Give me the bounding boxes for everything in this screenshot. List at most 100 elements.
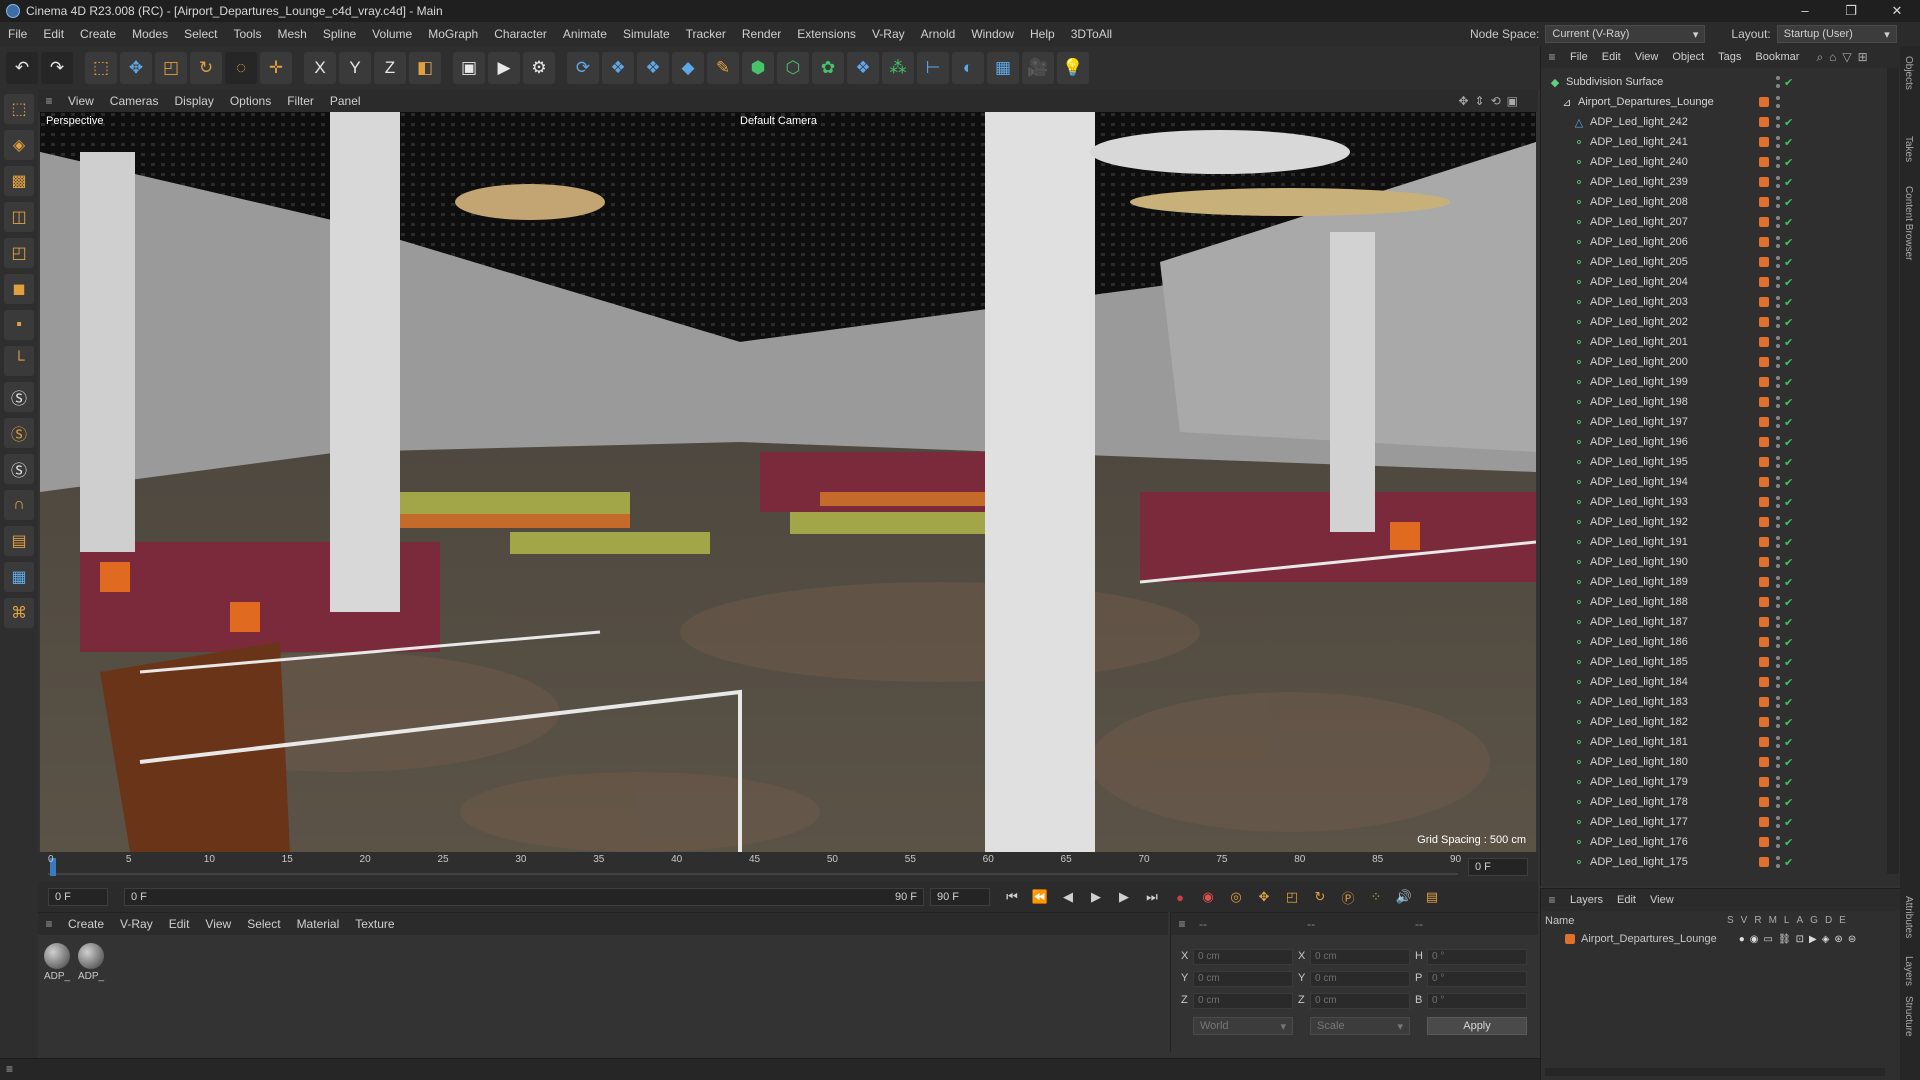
visibility-dots-icon[interactable] <box>1776 456 1780 468</box>
material-menu-create[interactable]: Create <box>60 917 112 931</box>
visibility-dots-icon[interactable] <box>1776 536 1780 548</box>
menu-modes[interactable]: Modes <box>124 22 176 46</box>
hamburger-icon[interactable]: ≡ <box>6 1062 13 1076</box>
visibility-dots-icon[interactable] <box>1776 336 1780 348</box>
visibility-dots-icon[interactable] <box>1776 176 1780 188</box>
points-mode-icon[interactable]: ◫ <box>4 202 34 232</box>
visibility-dots-icon[interactable] <box>1776 636 1780 648</box>
visibility-dots-icon[interactable] <box>1776 296 1780 308</box>
z-axis-icon[interactable]: Z <box>374 52 406 84</box>
hamburger-icon[interactable]: ≡ <box>1541 893 1563 907</box>
material-menu-vray[interactable]: V-Ray <box>112 917 161 931</box>
go-to-start-icon[interactable]: ⏮ <box>1000 886 1024 908</box>
visibility-dots-icon[interactable] <box>1776 276 1780 288</box>
material-swatch[interactable]: ADP_ <box>76 943 106 982</box>
object-tree-row[interactable]: ⚬ ADP_Led_light_194 ✔ <box>1541 472 1881 492</box>
lock-workplane-icon[interactable]: ⌘ <box>4 598 34 628</box>
visibility-dots-icon[interactable] <box>1776 656 1780 668</box>
python-icon[interactable]: ❖ <box>602 52 634 84</box>
hamburger-icon[interactable]: ≡ <box>1171 917 1193 931</box>
menu-arnold[interactable]: Arnold <box>913 22 964 46</box>
menu-help[interactable]: Help <box>1022 22 1063 46</box>
object-tree-row[interactable]: ⚬ ADP_Led_light_196 ✔ <box>1541 432 1881 452</box>
material-menu-edit[interactable]: Edit <box>161 917 198 931</box>
menu-window[interactable]: Window <box>963 22 1022 46</box>
deformer-icon[interactable]: ◐ <box>952 52 984 84</box>
object-tree-row[interactable]: ⚬ ADP_Led_light_186 ✔ <box>1541 632 1881 652</box>
visibility-dots-icon[interactable] <box>1776 516 1780 528</box>
snap-icon[interactable]: ∩ <box>4 490 34 520</box>
enabled-check-icon[interactable]: ✔ <box>1784 576 1793 589</box>
visibility-dots-icon[interactable] <box>1776 356 1780 368</box>
menu-edit[interactable]: Edit <box>35 22 72 46</box>
cloner-icon[interactable]: ✿ <box>812 52 844 84</box>
layer-tag-icon[interactable] <box>1759 677 1769 687</box>
menu-select[interactable]: Select <box>176 22 225 46</box>
enabled-check-icon[interactable]: ✔ <box>1784 76 1793 89</box>
render-settings-icon[interactable]: ⚙ <box>523 52 555 84</box>
layer-tag-icon[interactable] <box>1759 377 1769 387</box>
object-scrollbar[interactable] <box>1887 68 1899 874</box>
undo-icon[interactable]: ↶ <box>6 52 38 84</box>
key-pla-icon[interactable]: ⁘ <box>1364 886 1388 908</box>
object-tree-row[interactable]: ⚬ ADP_Led_light_204 ✔ <box>1541 272 1881 292</box>
node-space-select[interactable]: Current (V-Ray) ▾ <box>1545 25 1706 43</box>
recent-tools-icon[interactable]: ◌ <box>225 52 257 84</box>
layer-tag-icon[interactable] <box>1759 397 1769 407</box>
menu-3dtoall[interactable]: 3DToAll <box>1063 22 1120 46</box>
layer-tag-icon[interactable] <box>1759 797 1769 807</box>
layer-tag-icon[interactable] <box>1759 437 1769 447</box>
visibility-dots-icon[interactable] <box>1776 76 1780 88</box>
layer-tag-icon[interactable] <box>1759 637 1769 647</box>
object-toolbar-icons[interactable]: ⌕⌂▽⊞ <box>1816 50 1873 65</box>
close-button[interactable]: ✕ <box>1874 0 1920 22</box>
object-tree-row[interactable]: ⚬ ADP_Led_light_193 ✔ <box>1541 492 1881 512</box>
object-menu-object[interactable]: Object <box>1665 51 1711 63</box>
move-icon[interactable]: ✥ <box>120 52 152 84</box>
layer-tag-icon[interactable] <box>1759 357 1769 367</box>
visibility-dots-icon[interactable] <box>1776 776 1780 788</box>
hamburger-icon[interactable]: ≡ <box>38 94 60 108</box>
next-frame-icon[interactable]: ▶ <box>1112 886 1136 908</box>
enabled-check-icon[interactable]: ✔ <box>1784 256 1793 269</box>
enabled-check-icon[interactable]: ✔ <box>1784 136 1793 149</box>
visibility-dots-icon[interactable] <box>1776 196 1780 208</box>
layer-tag-icon[interactable] <box>1759 497 1769 507</box>
layer-tag-icon[interactable] <box>1759 197 1769 207</box>
visibility-dots-icon[interactable] <box>1776 556 1780 568</box>
pos-y-field[interactable]: 0 cm <box>1193 971 1293 987</box>
axis-mode-icon[interactable]: └ <box>4 346 34 376</box>
make-editable-icon[interactable]: ⬚ <box>4 94 34 124</box>
enabled-check-icon[interactable]: ✔ <box>1784 816 1793 829</box>
y-axis-icon[interactable]: Y <box>339 52 371 84</box>
object-tree-row[interactable]: ⚬ ADP_Led_light_176 ✔ <box>1541 832 1881 852</box>
layer-tag-icon[interactable] <box>1759 657 1769 667</box>
layer-tag-icon[interactable] <box>1759 297 1769 307</box>
enabled-check-icon[interactable]: ✔ <box>1784 656 1793 669</box>
rotate-icon[interactable]: ↻ <box>190 52 222 84</box>
current-frame-field[interactable]: 0 F <box>48 888 108 906</box>
menu-character[interactable]: Character <box>486 22 555 46</box>
enabled-check-icon[interactable]: ✔ <box>1784 316 1793 329</box>
scale-icon[interactable]: ◰ <box>155 52 187 84</box>
enabled-check-icon[interactable]: ✔ <box>1784 776 1793 789</box>
scale-select[interactable]: Scale ▾ <box>1310 1017 1410 1035</box>
enabled-check-icon[interactable]: ✔ <box>1784 616 1793 629</box>
enabled-check-icon[interactable]: ✔ <box>1784 556 1793 569</box>
key-rotation-icon[interactable]: ↻ <box>1308 886 1332 908</box>
layer-tag-icon[interactable] <box>1759 137 1769 147</box>
size-y-field[interactable]: 0 cm <box>1310 971 1410 987</box>
object-tree-row[interactable]: ⚬ ADP_Led_light_177 ✔ <box>1541 812 1881 832</box>
grid-icon[interactable]: ▦ <box>4 562 34 592</box>
key-position-icon[interactable]: ✥ <box>1252 886 1276 908</box>
enabled-check-icon[interactable]: ✔ <box>1784 116 1793 129</box>
visibility-dots-icon[interactable] <box>1776 716 1780 728</box>
menu-simulate[interactable]: Simulate <box>615 22 678 46</box>
layer-tag-icon[interactable] <box>1759 517 1769 527</box>
layer-tag-icon[interactable] <box>1759 217 1769 227</box>
python-icon[interactable]: ❖ <box>637 52 669 84</box>
tab-attributes[interactable]: Attributes <box>1903 896 1914 938</box>
floor-icon[interactable]: ▦ <box>987 52 1019 84</box>
workplane-grid-icon[interactable]: ▤ <box>4 526 34 556</box>
object-tree-row[interactable]: ⚬ ADP_Led_light_201 ✔ <box>1541 332 1881 352</box>
